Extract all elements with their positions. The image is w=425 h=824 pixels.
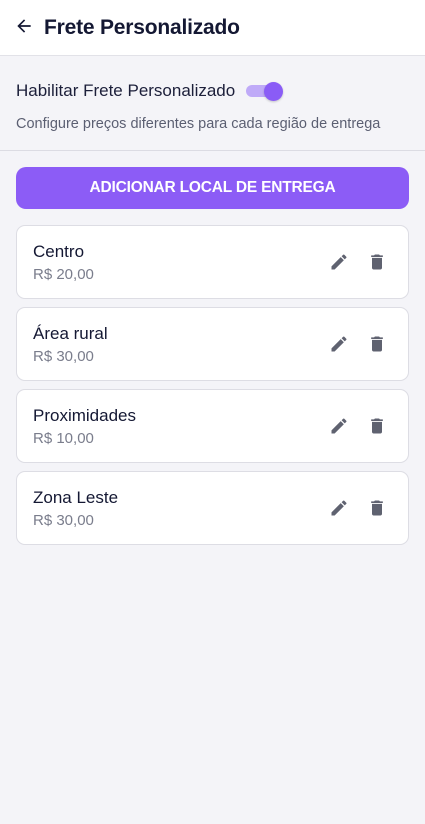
delete-location-button[interactable] [365, 250, 389, 274]
page-title: Frete Personalizado [44, 16, 240, 39]
location-card: Zona Leste R$ 30,00 [16, 471, 409, 545]
location-name: Centro [33, 242, 85, 261]
trash-icon [367, 334, 387, 354]
app-header: Frete Personalizado [0, 0, 425, 56]
settings-description: Configure preços diferentes para cada re… [16, 116, 381, 132]
trash-icon [367, 416, 387, 436]
location-card: Centro R$ 20,00 [16, 225, 409, 299]
location-price: R$ 20,00 [33, 266, 94, 283]
location-list: Centro R$ 20,00 Área rural R$ 30,00 Prox… [16, 225, 409, 553]
location-price: R$ 30,00 [33, 512, 94, 529]
delete-location-button[interactable] [365, 332, 389, 356]
edit-location-button[interactable] [327, 496, 351, 520]
edit-location-button[interactable] [327, 250, 351, 274]
back-button[interactable] [10, 14, 38, 42]
toggle-label: Habilitar Frete Personalizado [16, 81, 236, 100]
edit-location-button[interactable] [327, 414, 351, 438]
arrow-left-icon [14, 16, 34, 41]
add-delivery-location-button[interactable]: ADICIONAR LOCAL DE ENTREGA [16, 167, 409, 209]
pencil-icon [329, 252, 349, 272]
location-price: R$ 10,00 [33, 430, 94, 447]
location-price: R$ 30,00 [33, 348, 94, 365]
delete-location-button[interactable] [365, 414, 389, 438]
toggle-thumb [264, 82, 283, 101]
location-name: Proximidades [33, 406, 136, 425]
delete-location-button[interactable] [365, 496, 389, 520]
custom-shipping-settings: Habilitar Frete Personalizado Configure … [0, 56, 425, 151]
location-name: Área rural [33, 324, 108, 343]
trash-icon [367, 498, 387, 518]
enable-custom-shipping-toggle[interactable] [246, 82, 284, 101]
edit-location-button[interactable] [327, 332, 351, 356]
location-name: Zona Leste [33, 488, 119, 507]
pencil-icon [329, 498, 349, 518]
pencil-icon [329, 416, 349, 436]
trash-icon [367, 252, 387, 272]
pencil-icon [329, 334, 349, 354]
location-card: Área rural R$ 30,00 [16, 307, 409, 381]
location-card: Proximidades R$ 10,00 [16, 389, 409, 463]
